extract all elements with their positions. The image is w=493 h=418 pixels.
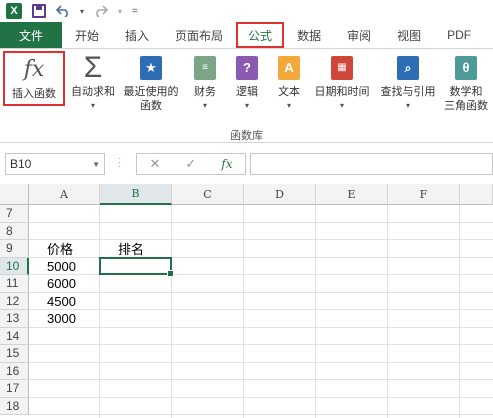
formula-bar: B10 ▼ · · · ✕ ✓ fx	[0, 151, 493, 177]
cancel-icon[interactable]: ✕	[149, 156, 160, 172]
logical-button[interactable]: ? 逻辑 ▾	[232, 53, 262, 113]
logical-label: 逻辑	[236, 86, 258, 98]
gridline	[387, 205, 388, 418]
row-header-14[interactable]: 14	[0, 327, 29, 345]
math-trig-button[interactable]: θ 数学和 三角函数	[440, 53, 492, 113]
text-label: 文本	[278, 86, 300, 98]
column-header-partial[interactable]	[460, 184, 493, 205]
quick-access-toolbar: X ▾ ▾ =	[0, 0, 493, 22]
ribbon-formulas: fx 插入函数 Σ 自动求和 ▾ ★ 最近使用的 函数 ≡ 财务 ▾ ? 逻辑 …	[0, 48, 493, 143]
formula-input[interactable]	[250, 153, 493, 175]
cell-a13[interactable]: 3000	[47, 310, 76, 328]
excel-logo-icon: X	[6, 2, 22, 20]
chevron-down-icon: ▾	[286, 101, 291, 110]
enter-check-icon[interactable]: ✓	[185, 156, 196, 172]
cell-a9[interactable]: 价格	[47, 240, 73, 258]
cell-a10[interactable]: 5000	[47, 258, 76, 276]
row-header-12[interactable]: 12	[0, 292, 29, 310]
row-header-15[interactable]: 15	[0, 345, 29, 363]
cell-a11[interactable]: 6000	[47, 275, 76, 293]
function-library-group-label: 函数库	[230, 130, 263, 142]
undo-dropdown-icon[interactable]: ▾	[80, 2, 84, 20]
gridline	[99, 205, 100, 418]
row-header-7[interactable]: 7	[0, 205, 29, 223]
recently-used-button[interactable]: ★ 最近使用的 函数	[120, 53, 182, 113]
insert-function-fx-icon[interactable]: fx	[221, 157, 232, 171]
row-header-17[interactable]: 17	[0, 380, 29, 398]
formula-buttons: ✕ ✓ fx	[136, 153, 246, 175]
selected-cell-b10[interactable]	[99, 256, 174, 277]
ribbon-tabs: 文件 开始 插入 页面布局 公式 数据 审阅 视图 PDF	[0, 22, 493, 48]
column-header-f[interactable]: F	[388, 184, 460, 205]
tab-pdf[interactable]: PDF	[434, 22, 484, 48]
row-header-9[interactable]: 9	[0, 240, 29, 258]
financial-label: 财务	[194, 86, 216, 98]
select-all-corner[interactable]	[0, 184, 29, 205]
chevron-down-icon: ▾	[90, 101, 95, 110]
worksheet-grid[interactable]: A B C D E F 7 8 9 10 11 12 13 14 15 16 17 18 价格 排名 5000 6000 4…	[0, 184, 493, 418]
column-header-d[interactable]: D	[244, 184, 316, 205]
row-header-13[interactable]: 13	[0, 310, 29, 328]
lookup-reference-button[interactable]: ⌕ 查找与引用 ▾	[376, 53, 440, 113]
tab-formulas[interactable]: 公式	[236, 22, 285, 48]
gridline	[243, 205, 244, 418]
row-header-18[interactable]: 18	[0, 397, 29, 415]
theta-icon: θ	[453, 53, 479, 83]
redo-icon[interactable]	[94, 2, 109, 20]
name-box-value: B10	[10, 157, 32, 171]
question-icon: ?	[234, 53, 260, 83]
tab-page-layout[interactable]: 页面布局	[162, 22, 236, 48]
column-header-e[interactable]: E	[316, 184, 388, 205]
date-time-label: 日期和时间	[314, 86, 370, 98]
tab-data[interactable]: 数据	[284, 22, 334, 48]
undo-icon[interactable]	[56, 2, 70, 20]
chevron-down-icon: ▾	[244, 101, 249, 110]
column-header-b[interactable]: B	[100, 184, 172, 205]
recently-used-label: 最近使用的 函数	[123, 86, 179, 112]
autosum-button[interactable]: Σ 自动求和 ▾	[68, 53, 118, 113]
chevron-down-icon: ▾	[202, 101, 207, 110]
name-box[interactable]: B10 ▼	[5, 153, 105, 175]
sigma-icon: Σ	[83, 51, 103, 84]
tab-review[interactable]: 审阅	[334, 22, 384, 48]
financial-button[interactable]: ≡ 财务 ▾	[190, 53, 220, 113]
row-header-16[interactable]: 16	[0, 362, 29, 380]
row-header-11[interactable]: 11	[0, 275, 29, 293]
fx-icon: fx	[23, 57, 45, 82]
chevron-down-icon: ▾	[339, 101, 344, 110]
tab-insert[interactable]: 插入	[112, 22, 162, 48]
gridline	[459, 205, 460, 418]
cell-a12[interactable]: 4500	[47, 293, 76, 311]
gridline	[171, 205, 172, 418]
column-header-a[interactable]: A	[29, 184, 100, 205]
coins-icon: ≡	[192, 53, 218, 83]
insert-function-button[interactable]: fx 插入函数	[3, 51, 65, 106]
column-header-c[interactable]: C	[172, 184, 244, 205]
math-trig-label: 数学和 三角函数	[444, 86, 488, 112]
gridline	[315, 205, 316, 418]
tab-view[interactable]: 视图	[384, 22, 434, 48]
autosum-label: 自动求和	[71, 86, 115, 98]
chevron-down-icon: ▾	[405, 101, 410, 110]
cell-b9[interactable]: 排名	[118, 240, 144, 258]
magnifier-icon: ⌕	[395, 53, 421, 83]
insert-function-label: 插入函数	[12, 88, 56, 100]
row-header-10[interactable]: 10	[0, 257, 29, 275]
date-time-button[interactable]: ▦ 日期和时间 ▾	[310, 53, 374, 113]
star-icon: ★	[138, 53, 164, 83]
lookup-reference-label: 查找与引用	[380, 86, 436, 98]
row-header-8[interactable]: 8	[0, 222, 29, 240]
resize-handle-icon[interactable]: · · ·	[118, 154, 121, 172]
customize-qat-icon[interactable]: =	[132, 2, 138, 20]
redo-dropdown-icon[interactable]: ▾	[118, 2, 122, 20]
text-a-icon: A	[276, 53, 302, 83]
tab-file[interactable]: 文件	[0, 22, 62, 48]
save-icon[interactable]	[32, 2, 46, 20]
text-button[interactable]: A 文本 ▾	[274, 53, 304, 113]
tab-home[interactable]: 开始	[62, 22, 112, 48]
chevron-down-icon[interactable]: ▼	[92, 160, 100, 169]
calendar-icon: ▦	[329, 53, 355, 83]
